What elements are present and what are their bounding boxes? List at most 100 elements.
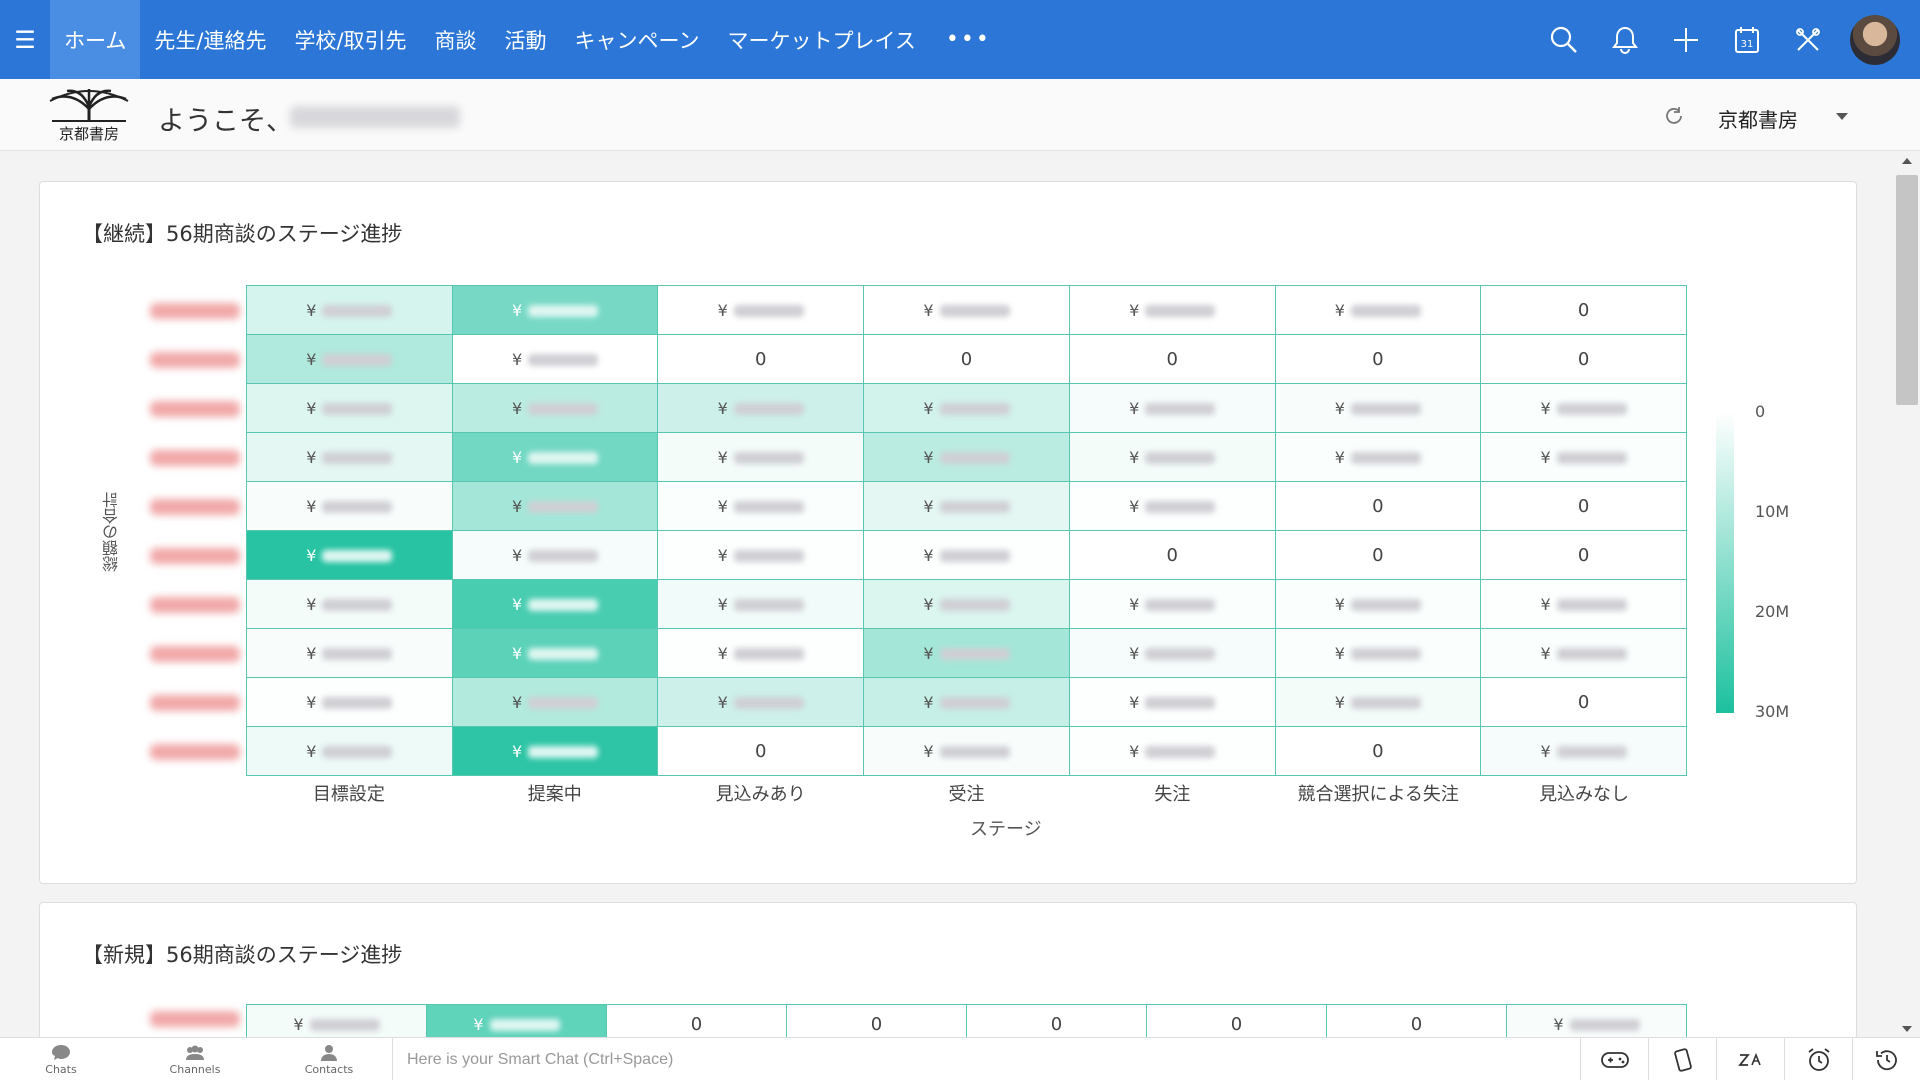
heatmap-cell[interactable]: ¥ bbox=[657, 481, 865, 531]
heatmap-cell[interactable]: ¥ bbox=[246, 432, 453, 482]
heatmap-cell[interactable]: ¥ bbox=[863, 530, 1070, 580]
heatmap-cell[interactable]: ¥ bbox=[451, 579, 659, 629]
heatmap-cell[interactable]: ¥ bbox=[246, 579, 453, 629]
more-tabs-button[interactable]: ••• bbox=[930, 27, 1007, 52]
heatmap-cell[interactable]: ¥ bbox=[657, 579, 865, 629]
heatmap-cell[interactable]: 0 bbox=[1274, 334, 1482, 384]
nav-tab-5[interactable]: キャンペーン bbox=[561, 0, 714, 79]
nav-tab-6[interactable]: マーケットプレイス bbox=[713, 0, 929, 79]
heatmap-cell[interactable]: 0 bbox=[1068, 530, 1276, 580]
heatmap-cell[interactable]: ¥ bbox=[657, 432, 865, 482]
heatmap-cell[interactable]: ¥ bbox=[657, 383, 865, 433]
nav-tab-2[interactable]: 学校/取引先 bbox=[280, 0, 420, 79]
channels-button[interactable]: Channels bbox=[160, 1044, 230, 1076]
heatmap-cell[interactable]: ¥ bbox=[1068, 726, 1276, 776]
user-avatar[interactable] bbox=[1850, 14, 1900, 65]
heatmap-cell[interactable]: ¥ bbox=[1480, 383, 1687, 433]
heatmap-cell[interactable]: ¥ bbox=[246, 726, 453, 776]
heatmap-cell[interactable]: ¥ bbox=[1068, 481, 1276, 531]
nav-tab-3[interactable]: 商談 bbox=[421, 0, 491, 79]
calendar-icon[interactable]: 31 bbox=[1716, 0, 1777, 79]
heatmap-cell[interactable]: ¥ bbox=[657, 530, 865, 580]
heatmap-cell[interactable]: ¥ bbox=[451, 432, 659, 482]
heatmap-cell[interactable]: ¥ bbox=[863, 383, 1070, 433]
heatmap-cell[interactable]: 0 bbox=[657, 334, 865, 384]
heatmap-cell[interactable]: ¥ bbox=[246, 628, 453, 678]
history-icon[interactable] bbox=[1852, 1038, 1920, 1080]
heatmap-cell[interactable]: ¥ bbox=[1068, 285, 1276, 335]
heatmap-cell[interactable]: ¥ bbox=[246, 334, 453, 384]
heatmap-cell[interactable]: ¥ bbox=[863, 677, 1070, 727]
heatmap-cell[interactable]: ¥ bbox=[1274, 628, 1482, 678]
draw-icon[interactable] bbox=[1716, 1038, 1784, 1080]
nav-tab-4[interactable]: 活動 bbox=[491, 0, 561, 79]
heatmap-cell[interactable]: ¥ bbox=[1480, 432, 1687, 482]
heatmap-cell[interactable]: 0 bbox=[1480, 481, 1687, 531]
heatmap-cell[interactable]: ¥ bbox=[657, 285, 865, 335]
phone-icon[interactable] bbox=[1648, 1038, 1716, 1080]
heatmap-cell[interactable]: 0 bbox=[1480, 334, 1687, 384]
heatmap-cell[interactable]: 0 bbox=[657, 726, 865, 776]
heatmap-cell[interactable]: ¥ bbox=[451, 726, 659, 776]
heatmap-cell[interactable]: 0 bbox=[1480, 677, 1687, 727]
heatmap-cell[interactable]: ¥ bbox=[863, 726, 1070, 776]
heatmap-cell[interactable]: ¥ bbox=[1274, 677, 1482, 727]
heatmap-cell[interactable]: ¥ bbox=[657, 677, 865, 727]
heatmap-cell[interactable]: ¥ bbox=[1274, 579, 1482, 629]
heatmap-cell[interactable]: 0 bbox=[1480, 530, 1687, 580]
heatmap-cell[interactable]: ¥ bbox=[451, 481, 659, 531]
heatmap-cell[interactable]: ¥ bbox=[1274, 383, 1482, 433]
heatmap-cell[interactable]: ¥ bbox=[1274, 432, 1482, 482]
heatmap-cell[interactable]: ¥ bbox=[246, 383, 453, 433]
heatmap-cell[interactable]: ¥ bbox=[1068, 579, 1276, 629]
heatmap-cell[interactable]: ¥ bbox=[451, 383, 659, 433]
refresh-icon[interactable] bbox=[1661, 105, 1687, 127]
heatmap-cell[interactable]: ¥ bbox=[1480, 579, 1687, 629]
heatmap-cell[interactable]: ¥ bbox=[657, 628, 865, 678]
bell-icon[interactable] bbox=[1594, 0, 1655, 79]
smart-chat-input[interactable] bbox=[393, 1038, 1562, 1080]
heatmap-cell[interactable]: ¥ bbox=[246, 285, 453, 335]
heatmap-cell[interactable]: ¥ bbox=[451, 334, 659, 384]
heatmap-cell[interactable]: ¥ bbox=[863, 432, 1070, 482]
heatmap-cell[interactable]: ¥ bbox=[246, 481, 453, 531]
heatmap-cell[interactable]: ¥ bbox=[863, 628, 1070, 678]
heatmap-cell[interactable]: ¥ bbox=[863, 481, 1070, 531]
heatmap-cell[interactable]: 0 bbox=[1480, 285, 1687, 335]
plus-icon[interactable] bbox=[1655, 0, 1716, 79]
menu-icon[interactable]: ☰ bbox=[0, 0, 50, 79]
org-selector[interactable]: 京都書房 bbox=[1718, 104, 1798, 133]
scroll-up-arrow[interactable] bbox=[1902, 158, 1912, 164]
heatmap-cell[interactable]: ¥ bbox=[1068, 628, 1276, 678]
heatmap-cell[interactable]: ¥ bbox=[451, 677, 659, 727]
search-icon[interactable] bbox=[1533, 0, 1594, 79]
heatmap-cell[interactable]: ¥ bbox=[1480, 726, 1687, 776]
heatmap-cell[interactable]: ¥ bbox=[863, 579, 1070, 629]
scroll-down-arrow[interactable] bbox=[1902, 1026, 1912, 1032]
heatmap-cell[interactable]: 0 bbox=[1274, 530, 1482, 580]
heatmap-cell[interactable]: ¥ bbox=[1068, 383, 1276, 433]
heatmap-cell[interactable]: ¥ bbox=[863, 285, 1070, 335]
alarm-icon[interactable] bbox=[1784, 1038, 1852, 1080]
contacts-button[interactable]: Contacts bbox=[294, 1044, 364, 1076]
heatmap-cell[interactable]: ¥ bbox=[1274, 285, 1482, 335]
nav-tab-1[interactable]: 先生/連絡先 bbox=[140, 0, 280, 79]
heatmap-cell[interactable]: ¥ bbox=[246, 530, 453, 580]
chats-button[interactable]: Chats bbox=[26, 1044, 96, 1076]
heatmap-cell[interactable]: ¥ bbox=[1480, 628, 1687, 678]
nav-tab-0[interactable]: ホーム bbox=[50, 0, 141, 79]
tools-icon[interactable] bbox=[1777, 0, 1838, 79]
heatmap-cell[interactable]: ¥ bbox=[451, 285, 659, 335]
heatmap-cell[interactable]: 0 bbox=[1274, 481, 1482, 531]
heatmap-cell[interactable]: ¥ bbox=[1068, 432, 1276, 482]
heatmap-cell[interactable]: ¥ bbox=[451, 530, 659, 580]
heatmap-cell[interactable]: 0 bbox=[863, 334, 1070, 384]
chevron-down-icon[interactable] bbox=[1836, 113, 1848, 120]
heatmap-cell[interactable]: 0 bbox=[1274, 726, 1482, 776]
heatmap-cell[interactable]: ¥ bbox=[246, 677, 453, 727]
heatmap-cell[interactable]: ¥ bbox=[1068, 677, 1276, 727]
gamepad-icon[interactable] bbox=[1580, 1038, 1648, 1080]
scrollbar-thumb[interactable] bbox=[1896, 175, 1918, 405]
heatmap-cell[interactable]: ¥ bbox=[451, 628, 659, 678]
heatmap-cell[interactable]: 0 bbox=[1068, 334, 1276, 384]
